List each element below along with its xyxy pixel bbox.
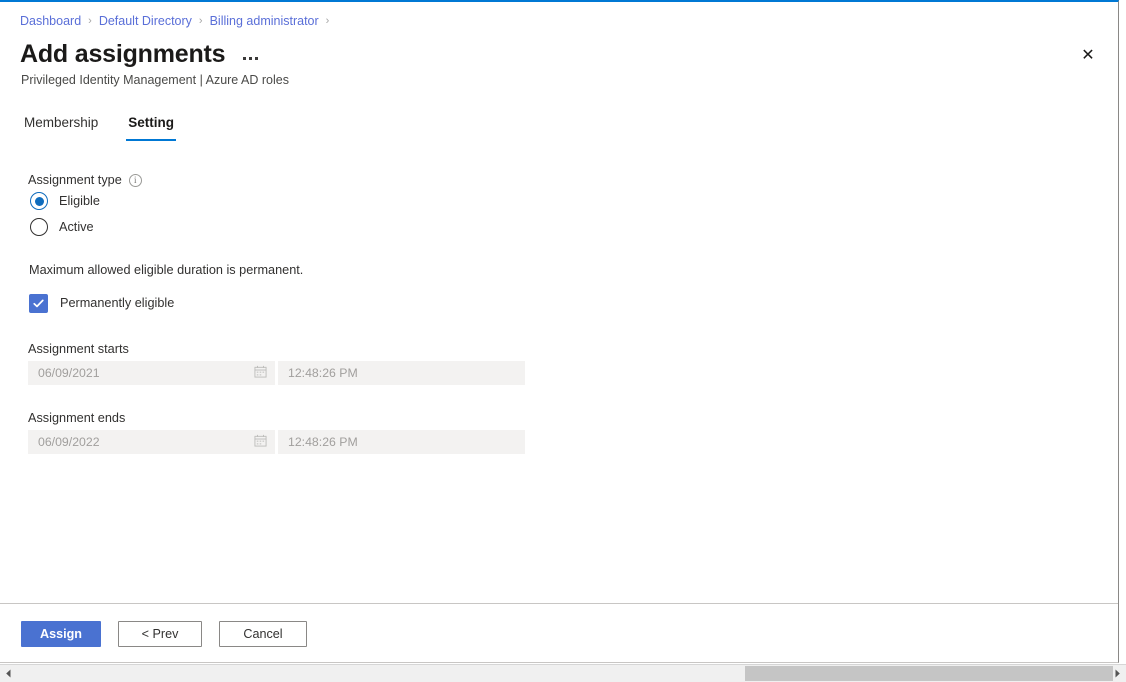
radio-active-label: Active (59, 219, 94, 234)
radio-eligible[interactable]: Eligible (30, 192, 100, 210)
prev-button[interactable]: < Prev (118, 621, 202, 647)
assignment-starts-time-input[interactable]: 12:48:26 PM (278, 361, 525, 385)
breadcrumb-separator-trailing: › (325, 15, 330, 27)
assignment-ends-row: 06/09/2022 12:48:26 PM (28, 430, 525, 454)
assignment-starts-label: Assignment starts (28, 342, 129, 356)
breadcrumb-item-billing-administrator[interactable]: Billing administrator (210, 13, 319, 29)
page-title: Add assignments (20, 40, 226, 68)
permanently-eligible-label: Permanently eligible (60, 296, 175, 310)
dot (255, 56, 259, 60)
radio-eligible-label: Eligible (59, 193, 100, 208)
page-subtitle: Privileged Identity Management | Azure A… (21, 73, 289, 87)
assignment-starts-row: 06/09/2021 12:48:26 PM (28, 361, 525, 385)
assignment-ends-date-input[interactable]: 06/09/2022 (28, 430, 275, 454)
assignment-starts-date-value: 06/09/2021 (38, 366, 100, 380)
scrollbar-track[interactable] (17, 665, 1113, 682)
assignment-ends-time-value: 12:48:26 PM (288, 435, 358, 449)
footer-action-bar: Assign < Prev Cancel (0, 604, 1118, 662)
assignment-type-label: Assignment type (28, 173, 122, 187)
radio-circle-icon (30, 192, 48, 210)
breadcrumb-item-dashboard[interactable]: Dashboard (20, 13, 81, 29)
assignment-ends-date-value: 06/09/2022 (38, 435, 100, 449)
permanently-eligible-checkbox[interactable]: Permanently eligible (29, 294, 174, 313)
tab-membership[interactable]: Membership (22, 110, 100, 141)
dot (249, 56, 253, 60)
checkmark-icon (29, 294, 48, 313)
breadcrumb-separator: › (198, 15, 203, 27)
radio-circle-icon (30, 218, 48, 236)
assignment-ends-time-input[interactable]: 12:48:26 PM (278, 430, 525, 454)
scrollbar-thumb[interactable] (745, 666, 1113, 681)
assignment-starts-time-value: 12:48:26 PM (288, 366, 358, 380)
horizontal-scrollbar[interactable] (0, 664, 1126, 682)
radio-active[interactable]: Active (30, 218, 94, 236)
breadcrumb: Dashboard › Default Directory › Billing … (20, 13, 336, 29)
calendar-icon[interactable] (254, 365, 267, 381)
calendar-icon[interactable] (254, 434, 267, 450)
assign-button[interactable]: Assign (21, 621, 101, 647)
assignment-ends-label: Assignment ends (28, 411, 126, 425)
info-icon[interactable]: i (128, 174, 142, 187)
blade-panel: Dashboard › Default Directory › Billing … (0, 0, 1119, 663)
breadcrumb-item-default-directory[interactable]: Default Directory (99, 13, 192, 29)
scroll-left-arrow-icon[interactable] (0, 665, 17, 682)
breadcrumb-separator: › (88, 15, 92, 27)
tab-bar: Membership Setting (22, 110, 176, 141)
tab-setting[interactable]: Setting (126, 110, 176, 141)
dot (243, 56, 247, 60)
assignment-type-group: Assignment type i (28, 172, 142, 189)
title-row: Add assignments (20, 38, 260, 70)
cancel-button[interactable]: Cancel (219, 621, 307, 647)
close-icon[interactable]: ✕ (1072, 40, 1104, 72)
duration-note: Maximum allowed eligible duration is per… (29, 263, 304, 277)
assignment-starts-date-input[interactable]: 06/09/2021 (28, 361, 275, 385)
more-options-icon[interactable] (241, 53, 260, 64)
